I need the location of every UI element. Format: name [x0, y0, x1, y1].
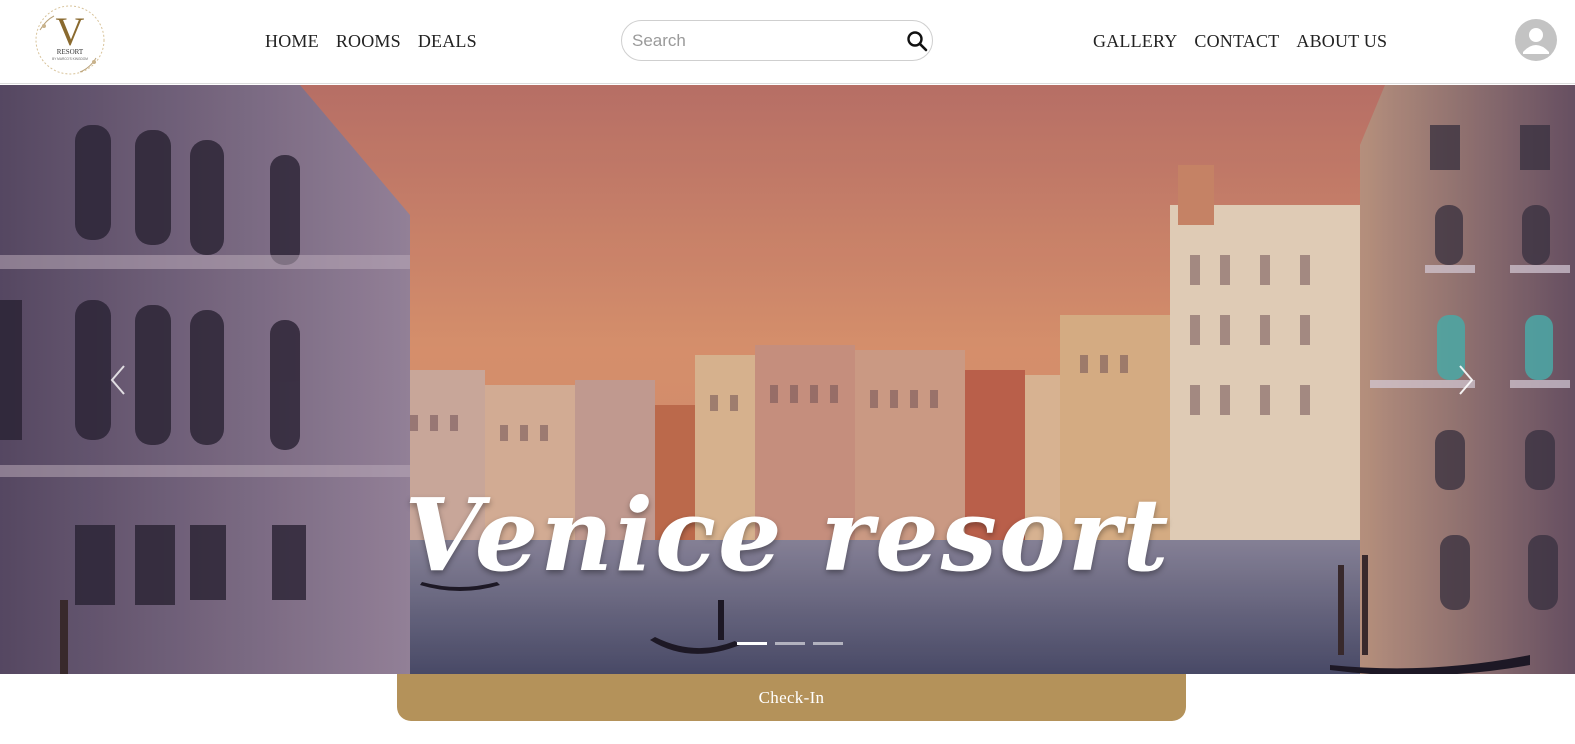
primary-nav-left: HOME ROOMS DEALS: [265, 30, 477, 52]
resort-logo[interactable]: V RESORT BY MARCO'S KINGDOM: [26, 0, 114, 80]
carousel-next-button[interactable]: [1450, 360, 1480, 400]
search-input[interactable]: [632, 29, 892, 53]
nav-link-gallery[interactable]: GALLERY: [1093, 30, 1177, 52]
logo-name: RESORT: [57, 48, 84, 56]
carousel-indicator-2[interactable]: [775, 642, 805, 645]
hero-carousel: Venice resort: [0, 85, 1575, 674]
nav-link-about-us[interactable]: ABOUT US: [1296, 30, 1387, 52]
logo-emblem-icon: V RESORT BY MARCO'S KINGDOM: [35, 5, 105, 75]
user-avatar-icon: [1523, 28, 1549, 54]
carousel-indicator-1[interactable]: [737, 642, 767, 645]
logo-tagline: BY MARCO'S KINGDOM: [52, 57, 88, 61]
check-in-button[interactable]: Check-In: [397, 674, 1186, 721]
chevron-right-icon: [1459, 365, 1474, 395]
user-avatar-button[interactable]: [1515, 19, 1557, 61]
top-navbar: V RESORT BY MARCO'S KINGDOM HOME ROOMS D…: [0, 0, 1575, 84]
nav-link-contact[interactable]: CONTACT: [1194, 30, 1279, 52]
nav-link-deals[interactable]: DEALS: [418, 30, 477, 52]
search-box: [621, 20, 933, 61]
hero-title: Venice resort: [404, 476, 1171, 594]
nav-link-rooms[interactable]: ROOMS: [336, 30, 401, 52]
carousel-indicator-3[interactable]: [813, 642, 843, 645]
carousel-prev-button[interactable]: [104, 360, 134, 400]
nav-link-home[interactable]: HOME: [265, 30, 319, 52]
chevron-left-icon: [110, 365, 125, 395]
search-icon[interactable]: [906, 30, 928, 52]
primary-nav-right: GALLERY CONTACT ABOUT US: [1093, 30, 1387, 52]
carousel-indicators: [737, 642, 843, 645]
